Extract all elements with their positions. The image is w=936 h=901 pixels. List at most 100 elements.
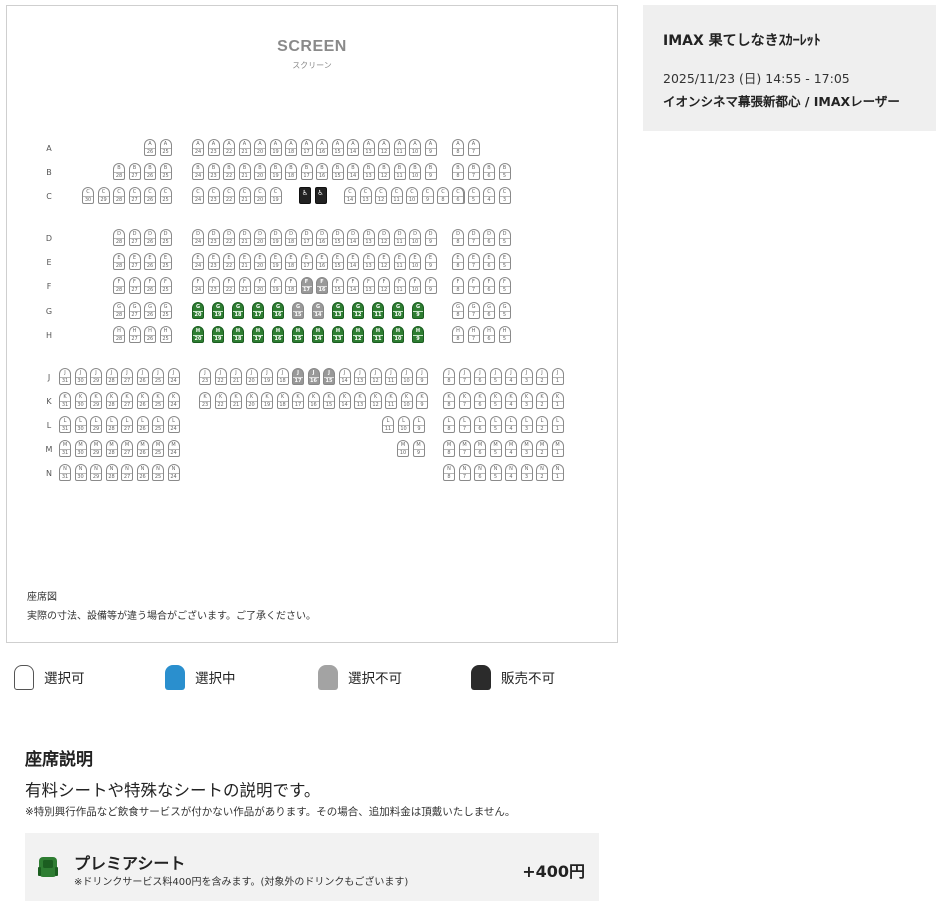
seat-K-26[interactable]: K 26 xyxy=(136,392,149,409)
seat-G-26[interactable]: G 26 xyxy=(144,302,156,319)
seat-K-27[interactable]: K 27 xyxy=(121,392,133,409)
seat-F-20[interactable]: F 20 xyxy=(254,277,266,294)
seat-D-5[interactable]: D5 xyxy=(498,229,511,246)
seat-D-19[interactable]: D 19 xyxy=(269,229,282,246)
seat-N-3[interactable]: N3 xyxy=(520,464,533,481)
seat-C-19[interactable]: C 19 xyxy=(269,187,282,204)
seat-N-4[interactable]: N4 xyxy=(505,464,517,481)
seat-A-12[interactable]: A 12 xyxy=(378,139,390,156)
seat-B-18[interactable]: B 18 xyxy=(285,163,297,180)
seat-B-22[interactable]: B 22 xyxy=(223,163,235,180)
seat-A-19[interactable]: A 19 xyxy=(269,139,282,156)
seat-K-12[interactable]: K 12 xyxy=(369,392,382,409)
seat-A-7[interactable]: A7 xyxy=(467,139,480,156)
seat-H-26[interactable]: H 26 xyxy=(144,326,156,343)
seat-A-25[interactable]: A 25 xyxy=(159,139,172,156)
seat-J-13[interactable]: J 13 xyxy=(354,368,366,385)
seat-E-10[interactable]: E 10 xyxy=(409,253,421,270)
seat-G-20[interactable]: G 20 xyxy=(192,302,204,319)
seat-K-5[interactable]: K5 xyxy=(489,392,502,409)
seat-L-27[interactable]: L 27 xyxy=(121,416,133,433)
seat-B-12[interactable]: B 12 xyxy=(378,163,390,180)
seat-J-20[interactable]: J 20 xyxy=(245,368,258,385)
seat-K-3[interactable]: K3 xyxy=(520,392,533,409)
seat-A-20[interactable]: A 20 xyxy=(254,139,266,156)
seat-H-15[interactable]: H 15 xyxy=(292,326,304,343)
seat-C-3[interactable]: C3 xyxy=(498,187,511,204)
seat-M-25[interactable]: M 25 xyxy=(152,440,164,457)
seat-H-5[interactable]: H5 xyxy=(498,326,511,343)
seat-J-22[interactable]: J 22 xyxy=(214,368,227,385)
seat-E-19[interactable]: E 19 xyxy=(269,253,282,270)
seat-H-7[interactable]: H7 xyxy=(467,326,480,343)
seat-B-24[interactable]: B 24 xyxy=(192,163,204,180)
seat-G-19[interactable]: G 19 xyxy=(212,302,224,319)
seat-B-13[interactable]: B 13 xyxy=(362,163,375,180)
seat-N-1[interactable]: N1 xyxy=(551,464,564,481)
seat-K-18[interactable]: K 18 xyxy=(276,392,289,409)
seat-E-8[interactable]: E8 xyxy=(452,253,464,270)
seat-A-13[interactable]: A 13 xyxy=(362,139,375,156)
seat-L-26[interactable]: L 26 xyxy=(136,416,149,433)
seat-C-24[interactable]: C 24 xyxy=(192,187,204,204)
seat-A-23[interactable]: A 23 xyxy=(207,139,220,156)
seat-F-24[interactable]: F 24 xyxy=(192,277,204,294)
seat-K-10[interactable]: K 10 xyxy=(400,392,413,409)
seat-G-10[interactable]: G 10 xyxy=(392,302,404,319)
seat-E-26[interactable]: E 26 xyxy=(144,253,156,270)
seat-E-12[interactable]: E 12 xyxy=(378,253,390,270)
seat-G-5[interactable]: G5 xyxy=(498,302,511,319)
seat-M-8[interactable]: M8 xyxy=(443,440,455,457)
seat-D-8[interactable]: D8 xyxy=(452,229,464,246)
seat-J-19[interactable]: J 19 xyxy=(261,368,273,385)
seat-K-8[interactable]: K8 xyxy=(443,392,455,409)
seat-H-19[interactable]: H 19 xyxy=(212,326,224,343)
seat-C-23[interactable]: C 23 xyxy=(207,187,220,204)
seat-H-20[interactable]: H 20 xyxy=(192,326,204,343)
seat-K-13[interactable]: K 13 xyxy=(354,392,366,409)
seat-J-18[interactable]: J 18 xyxy=(276,368,289,385)
seat-L-5[interactable]: L5 xyxy=(489,416,502,433)
seat-M-3[interactable]: M3 xyxy=(520,440,533,457)
seat-N-6[interactable]: N6 xyxy=(474,464,486,481)
seat-K-16[interactable]: K 16 xyxy=(307,392,320,409)
seat-C-25[interactable]: C 25 xyxy=(159,187,172,204)
seat-L-3[interactable]: L3 xyxy=(520,416,533,433)
seat-E-9[interactable]: E9 xyxy=(424,253,437,270)
seat-H-14[interactable]: H 14 xyxy=(312,326,324,343)
seat-K-15[interactable]: K 15 xyxy=(323,392,335,409)
seat-K-17[interactable]: K 17 xyxy=(292,392,304,409)
seat-J-1[interactable]: J1 xyxy=(551,368,564,385)
seat-N-2[interactable]: N2 xyxy=(536,464,548,481)
seat-H-10[interactable]: H 10 xyxy=(392,326,404,343)
seat-H-13[interactable]: H 13 xyxy=(332,326,344,343)
seat-N-7[interactable]: N7 xyxy=(458,464,471,481)
seat-F-9[interactable]: F9 xyxy=(424,277,437,294)
seat-C-13[interactable]: C 13 xyxy=(359,187,372,204)
seat-E-23[interactable]: E 23 xyxy=(207,253,220,270)
seat-N-26[interactable]: N 26 xyxy=(136,464,149,481)
seat-F-19[interactable]: F 19 xyxy=(269,277,282,294)
seat-E-21[interactable]: E 21 xyxy=(238,253,251,270)
seat-B-5[interactable]: B5 xyxy=(498,163,511,180)
seat-G-7[interactable]: G7 xyxy=(467,302,480,319)
seat-F-14[interactable]: F 14 xyxy=(347,277,359,294)
seat-K-2[interactable]: K2 xyxy=(536,392,548,409)
seat-E-22[interactable]: E 22 xyxy=(223,253,235,270)
seat-L-24[interactable]: L 24 xyxy=(167,416,180,433)
seat-N-28[interactable]: N 28 xyxy=(105,464,118,481)
seat-K-14[interactable]: K 14 xyxy=(338,392,351,409)
seat-M-4[interactable]: M4 xyxy=(505,440,517,457)
seat-K-23[interactable]: K 23 xyxy=(199,392,211,409)
seat-D-10[interactable]: D 10 xyxy=(409,229,421,246)
seat-L-28[interactable]: L 28 xyxy=(105,416,118,433)
seat-C-6[interactable]: C6 xyxy=(452,187,464,204)
seat-D-22[interactable]: D 22 xyxy=(223,229,235,246)
seat-N-30[interactable]: N 30 xyxy=(74,464,87,481)
seat-D-28[interactable]: D 28 xyxy=(113,229,125,246)
seat-J-6[interactable]: J6 xyxy=(474,368,486,385)
seat-A-10[interactable]: A 10 xyxy=(409,139,421,156)
seat-D-16[interactable]: D 16 xyxy=(316,229,328,246)
seat-D-26[interactable]: D 26 xyxy=(144,229,156,246)
seat-B-10[interactable]: B 10 xyxy=(409,163,421,180)
